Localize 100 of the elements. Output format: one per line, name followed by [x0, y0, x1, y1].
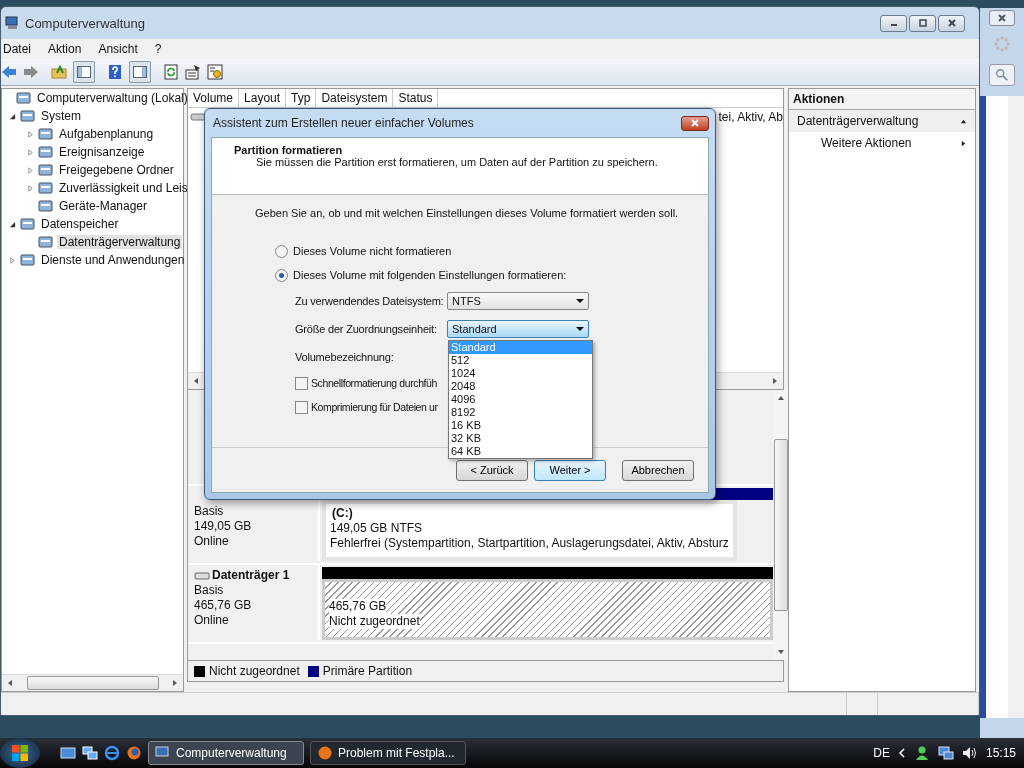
- loading-icon: [994, 36, 1010, 52]
- actions-section[interactable]: Datenträgerverwaltung: [789, 110, 975, 132]
- tree-item[interactable]: Datenträgerverwaltung: [57, 235, 183, 249]
- computer-icon: [5, 15, 21, 31]
- scroll-up-icon[interactable]: [776, 394, 785, 402]
- settings-icon[interactable]: [207, 64, 223, 80]
- column-header[interactable]: Volume: [188, 89, 240, 107]
- close-icon: [946, 18, 957, 28]
- dropdown-option[interactable]: 32 KB: [449, 432, 592, 445]
- node-icon: [20, 108, 36, 124]
- menu-item[interactable]: Ansicht: [98, 42, 145, 56]
- tree-item[interactable]: Geräte-Manager: [57, 199, 150, 213]
- taskbar-button[interactable]: Computerverwaltung: [148, 741, 304, 765]
- panel-icon[interactable]: [129, 61, 151, 83]
- forward-icon[interactable]: [23, 64, 39, 80]
- properties-icon[interactable]: [185, 64, 201, 80]
- expand-icon[interactable]: [26, 148, 34, 156]
- tree-item[interactable]: Computerverwaltung (Lokal): [35, 91, 190, 105]
- scroll-right-icon[interactable]: [171, 679, 179, 687]
- dialog-title: Assistent zum Erstellen neuer einfacher Volumes: [213, 116, 474, 130]
- menu-item[interactable]: Aktion: [48, 42, 89, 56]
- expand-icon[interactable]: [8, 256, 16, 264]
- tree-item[interactable]: Freigegebene Ordner: [57, 163, 176, 177]
- dialog-button[interactable]: Abbrechen: [622, 459, 694, 481]
- scroll-thumb[interactable]: [773, 439, 788, 611]
- windows-icon[interactable]: [82, 745, 98, 761]
- dropdown-option[interactable]: 4096: [449, 393, 592, 406]
- collapse-icon[interactable]: [8, 220, 16, 228]
- wizard-heading: Partition formatieren: [234, 144, 344, 156]
- disk-size: 149,05 GB: [194, 519, 253, 534]
- radio-button[interactable]: [275, 244, 288, 258]
- taskbar-button[interactable]: Problem mit Festpla...: [310, 741, 466, 765]
- node-icon: [38, 126, 54, 142]
- collapse-icon[interactable]: [8, 112, 16, 120]
- maximize-icon: [917, 18, 928, 28]
- tree-item[interactable]: System: [39, 109, 83, 123]
- scrollbar[interactable]: [1008, 96, 1024, 718]
- refresh-icon[interactable]: [163, 64, 179, 80]
- desktop-icon[interactable]: [60, 745, 76, 761]
- scroll-left-icon[interactable]: [192, 377, 200, 385]
- column-header[interactable]: Status: [393, 89, 439, 107]
- chevron-icon[interactable]: [897, 748, 906, 758]
- help-icon[interactable]: [107, 64, 123, 80]
- disk-size: 465,76 GB: [194, 598, 253, 613]
- dialog-button[interactable]: Weiter >: [534, 459, 606, 481]
- tree-item[interactable]: Dienste und Anwendungen: [39, 253, 187, 267]
- network-icon[interactable]: [937, 745, 954, 761]
- close-button[interactable]: [938, 14, 965, 32]
- folder-up-icon[interactable]: [51, 64, 67, 80]
- scroll-right-icon[interactable]: [771, 377, 779, 385]
- panel-icon[interactable]: [73, 61, 95, 83]
- expand-icon[interactable]: [26, 166, 34, 174]
- dropdown-option[interactable]: 8192: [449, 406, 592, 419]
- dropdown-field[interactable]: NTFS: [447, 292, 589, 310]
- start-button[interactable]: [0, 738, 40, 768]
- checkbox[interactable]: [295, 376, 308, 390]
- minimize-button[interactable]: [880, 14, 907, 32]
- app-icon: [317, 745, 333, 761]
- radio-button[interactable]: [275, 268, 288, 282]
- tree-item[interactable]: Zuverlässigkeit und Leis: [57, 181, 190, 195]
- dropdown-option[interactable]: 16 KB: [449, 419, 592, 432]
- radio-label: Dieses Volume mit folgenden Einstellungen formatieren:: [293, 269, 567, 281]
- clock[interactable]: 15:15: [985, 746, 1016, 760]
- checkbox[interactable]: [295, 400, 308, 414]
- close-button[interactable]: [681, 115, 709, 131]
- column-header[interactable]: Layout: [239, 89, 287, 107]
- menu-item[interactable]: ?: [154, 42, 169, 56]
- partition-size: 465,76 GB: [329, 599, 387, 614]
- dropdown-option[interactable]: 1024: [449, 367, 592, 380]
- column-header[interactable]: Typ: [286, 89, 317, 107]
- field-label: Zu verwendendes Dateisystem:: [295, 295, 445, 307]
- language-indicator[interactable]: DE: [873, 746, 890, 760]
- disk-type: Basis: [194, 583, 225, 598]
- user-icon[interactable]: [913, 745, 930, 761]
- dropdown-field[interactable]: Standard: [447, 320, 589, 338]
- scroll-down-icon[interactable]: [776, 648, 785, 656]
- expand-icon[interactable]: [26, 130, 34, 138]
- partition-box[interactable]: (C:) 149,05 GB NTFS Fehlerfrei (Systempartition, Startpartition, Auslagerungsdatei, Aktiv, Absturz: [322, 500, 737, 561]
- action-item[interactable]: Weitere Aktionen: [789, 132, 975, 154]
- globe-icon[interactable]: [126, 745, 142, 761]
- dropdown-option[interactable]: 2048: [449, 380, 592, 393]
- column-header[interactable]: Dateisystem: [316, 89, 394, 107]
- scroll-thumb[interactable]: [26, 676, 159, 690]
- tree-item[interactable]: Ereignisanzeige: [57, 145, 147, 159]
- close-button[interactable]: [989, 10, 1015, 26]
- menu-item[interactable]: Datei: [3, 42, 38, 56]
- volume-icon[interactable]: [961, 745, 978, 761]
- dropdown-option[interactable]: 512: [449, 354, 592, 367]
- tree-item[interactable]: Aufgabenplanung: [57, 127, 156, 141]
- tree-item[interactable]: Datenspeicher: [39, 217, 121, 231]
- maximize-button[interactable]: [909, 14, 936, 32]
- search-button[interactable]: [989, 64, 1015, 86]
- expand-icon[interactable]: [26, 184, 34, 192]
- collapse-icon[interactable]: [960, 117, 967, 125]
- dialog-button[interactable]: < Zurück: [456, 459, 528, 481]
- partition-box[interactable]: 465,76 GB Nicht zugeordnet: [322, 579, 773, 640]
- scroll-left-icon[interactable]: [6, 679, 14, 687]
- instruction-text: Geben Sie an, ob und mit welchen Einstellungen dieses Volume formatiert werden soll.: [255, 207, 680, 219]
- back-icon[interactable]: [1, 64, 17, 80]
- dropdown-option[interactable]: 64 KB: [449, 445, 592, 458]
